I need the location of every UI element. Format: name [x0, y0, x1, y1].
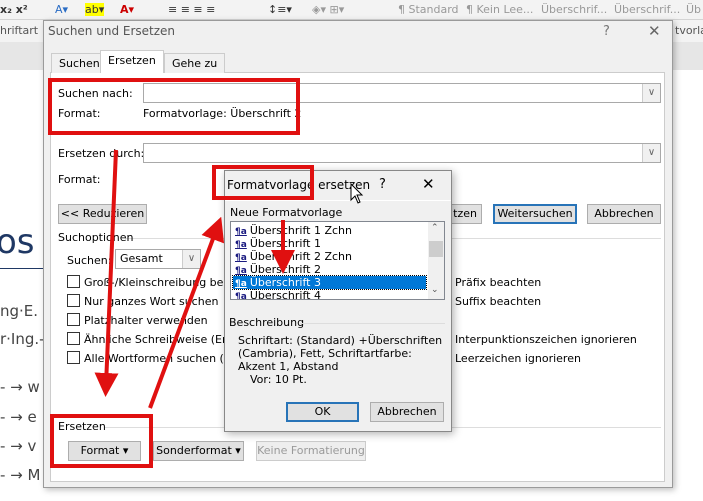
- arrow-up: [148, 216, 225, 409]
- arrow-down: [94, 149, 119, 397]
- mouse-cursor-icon: [350, 182, 364, 204]
- annotation-arrows: [94, 149, 364, 409]
